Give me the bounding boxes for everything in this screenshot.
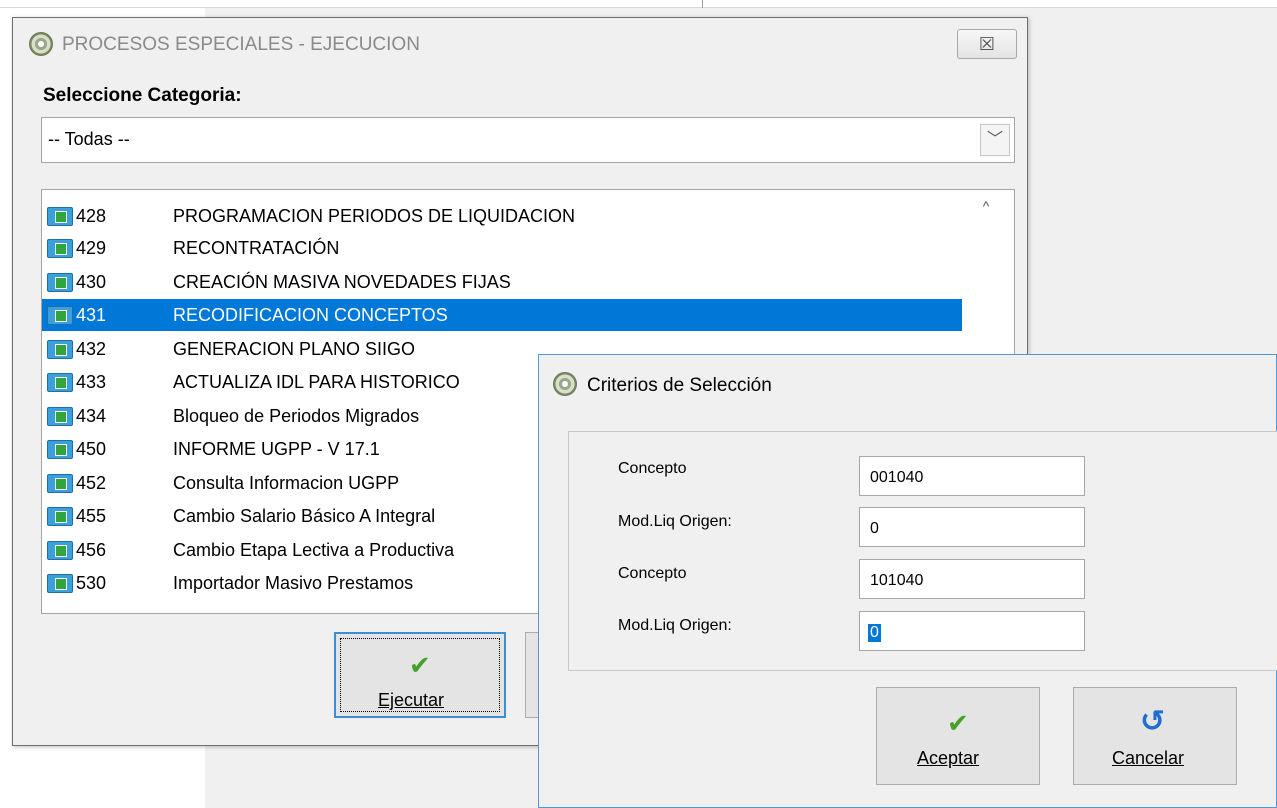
category-dropdown-value: -- Todas -- [48,129,130,149]
accept-button-label: Aceptar [917,748,980,768]
chevron-down-icon[interactable]: ﹀ [980,124,1010,156]
mod-liq-origen-input-2[interactable]: 0 [859,611,1085,651]
list-item-desc: PROGRAMACION PERIODOS DE LIQUIDACION [173,206,576,226]
list-item[interactable]: 428 PROGRAMACION PERIODOS DE LIQUIDACION [42,200,962,232]
background-divider [702,0,703,8]
list-item[interactable]: 430 CREACIÓN MASIVA NOVEDADES FIJAS [42,266,962,298]
folder-icon [47,273,73,292]
list-item-desc: CREACIÓN MASIVA NOVEDADES FIJAS [173,272,511,292]
main-titlebar[interactable]: PROCESOS ESPECIALES - EJECUCION ☒ [13,18,1027,74]
field-value-selected: 0 [868,624,881,642]
mod-liq-origen-input-1[interactable]: 0 [859,507,1085,547]
category-label: Seleccione Categoria: [43,85,242,106]
criterios-seleccion-dialog: Criterios de Selección Concepto 001040 M… [538,354,1277,808]
list-item-desc: RECODIFICACION CONCEPTOS [173,305,448,325]
field-label-concepto: Concepto [618,460,687,477]
folder-icon [47,440,73,459]
list-item-code: 431 [76,305,107,325]
list-item-desc: INFORME UGPP - V 17.1 [173,439,380,459]
field-value: 101040 [870,572,924,589]
folder-icon [47,474,73,493]
field-label-concepto: Concepto [618,565,687,582]
list-item-desc: Importador Masivo Prestamos [173,573,414,593]
field-label-mod-liq: Mod.Liq Origen: [618,617,732,634]
close-button[interactable]: ☒ [957,29,1017,59]
concepto-input-1[interactable]: 001040 [859,456,1085,496]
concepto-input-2[interactable]: 101040 [859,559,1085,599]
undo-icon: ↺ [1140,705,1166,738]
list-item-code: 428 [76,206,107,226]
list-item-code: 432 [76,339,107,359]
list-item-code: 429 [76,238,107,258]
checkmark-icon: ✔ [409,650,431,680]
list-item-code: 434 [76,406,107,426]
list-item-desc: Cambio Etapa Lectiva a Productiva [173,540,455,560]
list-item-desc: Cambio Salario Básico A Integral [173,506,436,526]
folder-icon [47,407,73,426]
folder-icon [47,306,73,325]
background-window-edge [0,0,1277,8]
list-item-desc: Bloqueo de Periodos Migrados [173,406,420,426]
list-item[interactable]: 429 RECONTRATACIÓN [42,232,962,264]
folder-icon [47,340,73,359]
list-item-code: 530 [76,573,107,593]
list-item-desc: Consulta Informacion UGPP [173,473,400,493]
dialog-title: Criterios de Selección [587,375,772,396]
main-window-title: PROCESOS ESPECIALES - EJECUCION [62,34,420,55]
list-item-code: 433 [76,372,107,392]
field-value: 001040 [870,469,924,486]
desktop-area [0,745,205,808]
scroll-up-arrow[interactable]: ^ [974,198,998,218]
cancel-button-label: Cancelar [1112,748,1185,768]
folder-icon [47,574,73,593]
execute-button[interactable]: ✔ Ejecutar [334,632,506,718]
list-item-code: 455 [76,506,107,526]
criteria-group: Concepto 001040 Mod.Liq Origen: 0 Concep… [568,431,1277,671]
accept-button[interactable]: ✔ Aceptar [876,687,1040,785]
list-item-selected[interactable]: 431 RECODIFICACION CONCEPTOS [42,299,962,331]
folder-icon [47,207,73,226]
list-item-code: 456 [76,540,107,560]
list-item-code: 452 [76,473,107,493]
app-icon [29,32,53,56]
field-value: 0 [870,520,879,537]
list-item-desc: ACTUALIZA IDL PARA HISTORICO [173,372,460,392]
folder-icon [47,373,73,392]
checkmark-icon: ✔ [947,708,969,738]
list-item-code: 430 [76,272,107,292]
list-item-desc: RECONTRATACIÓN [173,238,340,258]
folder-icon [47,541,73,560]
folder-icon [47,507,73,526]
app-icon [553,372,577,396]
folder-icon [47,239,73,258]
cancel-button[interactable]: ↺ Cancelar [1073,687,1237,785]
field-label-mod-liq: Mod.Liq Origen: [618,513,732,530]
list-item-desc: GENERACION PLANO SIIGO [173,339,416,359]
execute-button-label: Ejecutar [378,690,445,710]
list-item-code: 450 [76,439,107,459]
category-dropdown[interactable]: -- Todas -- ﹀ [41,117,1015,163]
